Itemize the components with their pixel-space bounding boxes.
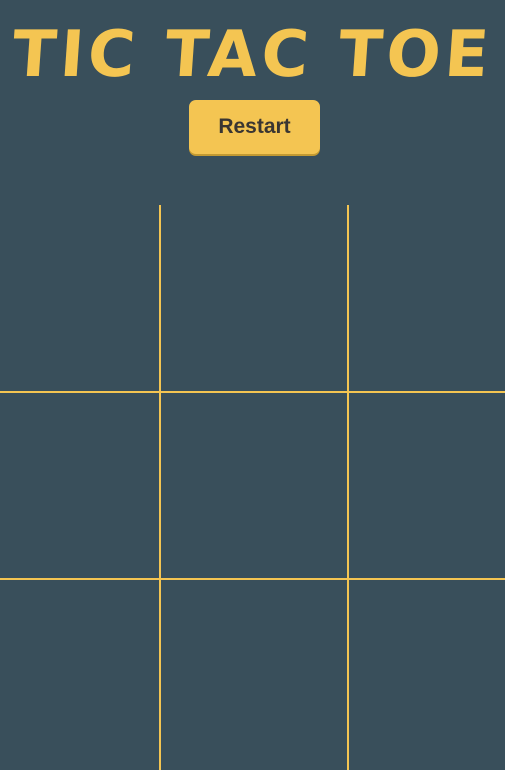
board-cell-3[interactable] [349,205,505,391]
board-cell-9[interactable] [349,580,505,770]
board-cell-5[interactable] [161,393,347,578]
board-cell-8[interactable] [161,580,347,770]
restart-button[interactable]: Restart [189,100,320,154]
game-title: TIC TAC TOE [9,18,496,92]
board-cell-6[interactable] [349,393,505,578]
game-page: TIC TAC TOE Restart [0,0,505,770]
board-cell-4[interactable] [0,393,159,578]
board-cell-7[interactable] [0,580,159,770]
board-cell-2[interactable] [161,205,347,391]
board-cell-1[interactable] [0,205,159,391]
game-board [0,205,505,770]
